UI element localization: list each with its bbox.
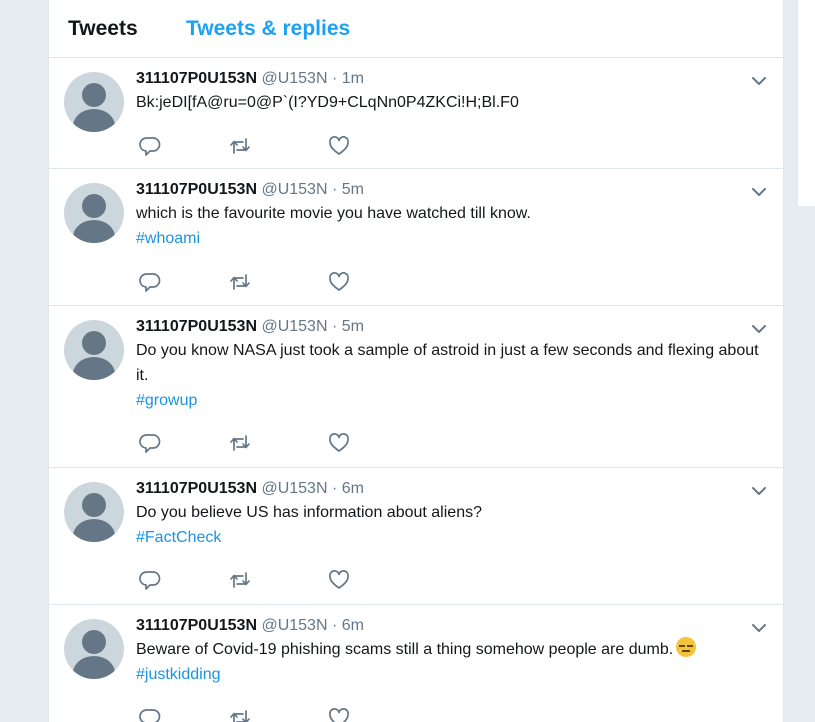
avatar[interactable] [64, 72, 124, 132]
separator-dot: · [331, 70, 338, 87]
chevron-down-icon[interactable] [749, 484, 769, 498]
user-name[interactable]: 311107P0U153N [136, 70, 257, 87]
tweet-timestamp[interactable]: 5m [342, 181, 364, 198]
tweet-text: Beware of Covid-19 phishing scams still … [136, 641, 674, 658]
hashtag-link[interactable]: #justkidding [136, 662, 775, 687]
reply-icon[interactable] [138, 134, 162, 158]
hashtag-link[interactable]: #whoami [136, 226, 769, 251]
chevron-down-icon[interactable] [749, 621, 769, 635]
retweet-icon[interactable] [228, 134, 252, 158]
user-name[interactable]: 311107P0U153N [136, 480, 257, 497]
tweet[interactable]: 311107P0U153N @U153N · 6m Beware of Covi… [49, 605, 783, 722]
tweet-actions [138, 431, 398, 455]
reply-icon[interactable] [138, 431, 162, 455]
chevron-down-icon[interactable] [749, 74, 769, 88]
tweet[interactable]: 311107P0U153N @U153N · 6m Do you believe… [49, 468, 783, 605]
tweet-timestamp[interactable]: 5m [342, 318, 364, 335]
tweet-text: Do you know NASA just took a sample of a… [136, 342, 759, 384]
tab-tweets[interactable]: Tweets [68, 17, 138, 41]
right-sidebar-panel [797, 0, 815, 206]
user-handle[interactable]: @U153N [261, 617, 327, 634]
retweet-icon[interactable] [228, 706, 252, 722]
tweet[interactable]: 311107P0U153N @U153N · 5m Do you know NA… [49, 306, 783, 468]
heart-icon[interactable] [327, 270, 351, 294]
tweet-actions [138, 706, 398, 722]
chevron-down-icon[interactable] [749, 185, 769, 199]
user-handle[interactable]: @U153N [261, 181, 327, 198]
heart-icon[interactable] [327, 134, 351, 158]
chevron-down-icon[interactable] [749, 322, 769, 336]
retweet-icon[interactable] [228, 431, 252, 455]
separator-dot: · [331, 318, 338, 335]
tweet-text: Do you believe US has information about … [136, 504, 482, 521]
expressionless-face-emoji [676, 637, 697, 657]
avatar[interactable] [64, 183, 124, 243]
user-handle[interactable]: @U153N [261, 318, 327, 335]
tweet-text: Bk:jeDI[fA@ru=0@P`(I?YD9+CLqNn0P4ZKCi!H;… [136, 94, 519, 111]
user-name[interactable]: 311107P0U153N [136, 318, 257, 335]
heart-icon[interactable] [327, 431, 351, 455]
reply-icon[interactable] [138, 270, 162, 294]
heart-icon[interactable] [327, 706, 351, 722]
avatar[interactable] [64, 320, 124, 380]
reply-icon[interactable] [138, 706, 162, 722]
tweet-timestamp[interactable]: 1m [342, 70, 364, 87]
avatar[interactable] [64, 482, 124, 542]
heart-icon[interactable] [327, 568, 351, 592]
separator-dot: · [331, 181, 338, 198]
user-name[interactable]: 311107P0U153N [136, 181, 257, 198]
user-name[interactable]: 311107P0U153N [136, 617, 257, 634]
tweet-timestamp[interactable]: 6m [342, 617, 364, 634]
retweet-icon[interactable] [228, 568, 252, 592]
user-handle[interactable]: @U153N [261, 70, 327, 87]
tweet-actions [138, 134, 398, 158]
tweet-timestamp[interactable]: 6m [342, 480, 364, 497]
reply-icon[interactable] [138, 568, 162, 592]
tweet-actions [138, 568, 398, 592]
user-handle[interactable]: @U153N [261, 480, 327, 497]
tweet-text: which is the favourite movie you have wa… [136, 205, 531, 222]
tweet[interactable]: 311107P0U153N @U153N · 5m which is the f… [49, 169, 783, 306]
separator-dot: · [331, 617, 338, 634]
tab-tweets-and-replies[interactable]: Tweets & replies [186, 17, 350, 41]
retweet-icon[interactable] [228, 270, 252, 294]
profile-tabs: Tweets Tweets & replies [49, 0, 783, 58]
tweet[interactable]: 311107P0U153N @U153N · 1m Bk:jeDI[fA@ru=… [49, 58, 783, 169]
hashtag-link[interactable]: #growup [136, 388, 771, 413]
hashtag-link[interactable]: #FactCheck [136, 525, 769, 550]
avatar[interactable] [64, 619, 124, 679]
separator-dot: · [331, 480, 338, 497]
tweet-actions [138, 270, 398, 294]
profile-timeline: Tweets Tweets & replies 311107P0U153N @U… [48, 0, 784, 722]
